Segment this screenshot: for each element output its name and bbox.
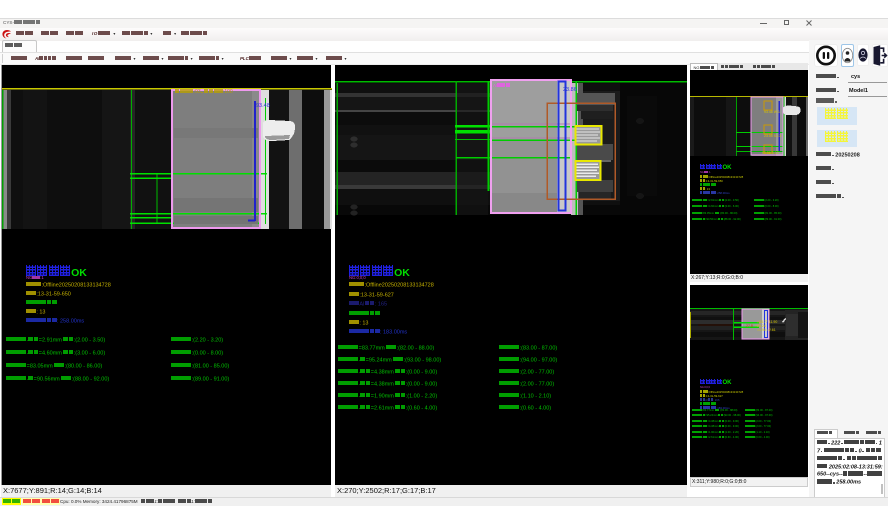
svg-text:=1.90 =2.61: =1.90 =2.61 [757,328,776,332]
svg-text:90.56 8:13: 90.56 8:13 [762,151,779,155]
svg-text:23.05 S:13: 23.05 S:13 [764,134,781,138]
svg-text:27.8: 27.8 [746,324,753,328]
svg-text:93.48 W:1: 93.48 W:1 [764,110,780,114]
